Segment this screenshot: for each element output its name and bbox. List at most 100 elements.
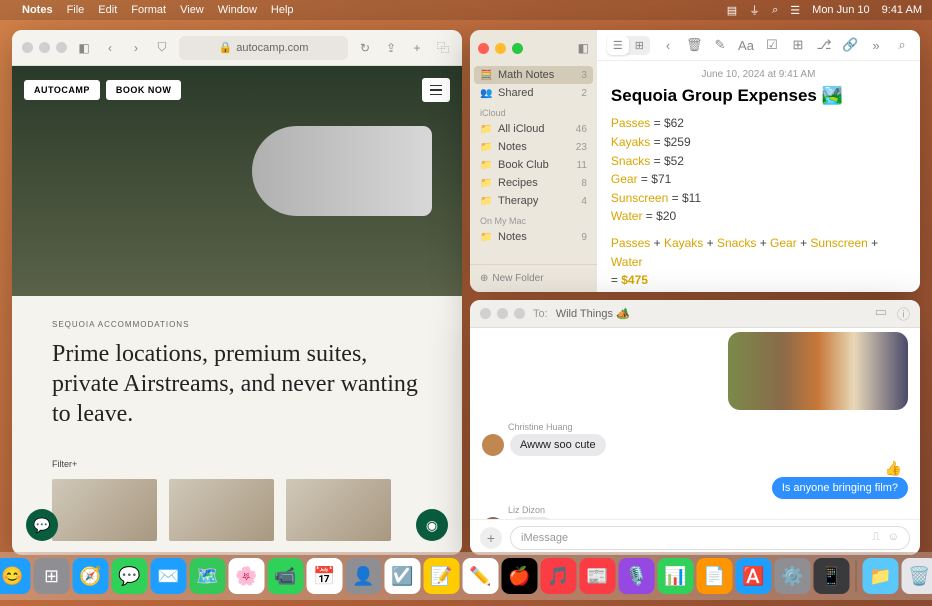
site-menu-button[interactable]	[422, 78, 450, 102]
dock-tv[interactable]: 🍎	[502, 558, 538, 594]
media-icon[interactable]: ⎇	[816, 37, 832, 53]
list-view-icon[interactable]: ☰	[607, 36, 629, 55]
accommodation-thumb[interactable]	[52, 479, 157, 541]
menu-file[interactable]: File	[67, 4, 85, 16]
dock-pages[interactable]: 📄	[697, 558, 733, 594]
apps-button[interactable]: +	[480, 527, 502, 549]
dock-news[interactable]: 📰	[580, 558, 616, 594]
grid-view-icon[interactable]: ⊞	[629, 36, 650, 55]
dock-downloads[interactable]: 📁	[863, 558, 899, 594]
filter-link[interactable]: Filter+	[52, 459, 422, 469]
link-icon[interactable]: 🔗	[842, 37, 858, 53]
accessibility-fab[interactable]: ◉	[416, 509, 448, 541]
back-icon[interactable]: ‹	[660, 38, 676, 53]
control-center-icon[interactable]: ☰	[790, 4, 800, 17]
folder-local-notes[interactable]: 📁Notes9	[470, 228, 597, 246]
new-tab-button[interactable]: +	[408, 39, 426, 57]
dock-calendar[interactable]: 📅	[307, 558, 343, 594]
chat-fab[interactable]: 💬	[26, 509, 58, 541]
folder-count: 2	[581, 88, 587, 99]
site-logo[interactable]: AUTOCAMP	[24, 80, 100, 100]
tabs-button[interactable]: ⿻	[434, 39, 452, 57]
format-icon[interactable]: Aa	[738, 38, 754, 53]
info-icon[interactable]: ⓘ	[897, 304, 910, 323]
spotlight-icon[interactable]: ⌕	[772, 4, 778, 17]
dock-iphone[interactable]: 📱	[814, 558, 850, 594]
folder-shared[interactable]: 👥 Shared 2	[470, 84, 597, 102]
menu-window[interactable]: Window	[218, 4, 257, 16]
folder-recipes[interactable]: 📁Recipes8	[470, 174, 597, 192]
trash-icon[interactable]: 🗑	[686, 37, 702, 53]
url-bar[interactable]: 🔒 autocamp.com	[179, 36, 348, 60]
new-folder-button[interactable]: ⊕New Folder	[470, 264, 597, 292]
sidebar-toggle-icon[interactable]: ◧	[578, 41, 589, 55]
traffic-lights[interactable]	[22, 42, 67, 53]
menubar-time[interactable]: 9:41 AM	[882, 4, 922, 16]
menu-format[interactable]: Format	[131, 4, 166, 16]
folder-book-club[interactable]: 📁Book Club11	[470, 156, 597, 174]
compose-icon[interactable]: ✎	[712, 37, 728, 53]
menu-view[interactable]: View	[180, 4, 204, 16]
search-icon[interactable]: ⌕	[894, 37, 910, 53]
view-toggle[interactable]: ☰⊞	[607, 36, 650, 55]
wifi-icon[interactable]: ⏚	[749, 2, 760, 18]
folder-count: 3	[581, 70, 587, 81]
folder-all-icloud[interactable]: 📁All iCloud46	[470, 120, 597, 138]
forward-button[interactable]: ›	[127, 39, 145, 57]
dock-notes[interactable]: 📝	[424, 558, 460, 594]
reload-button[interactable]: ↻	[356, 39, 374, 57]
traffic-lights[interactable]	[480, 308, 525, 319]
audio-icon[interactable]: ⎍	[872, 531, 880, 544]
note-editor[interactable]: June 10, 2024 at 9:41 AM Sequoia Group E…	[597, 61, 920, 292]
shared-photo[interactable]	[728, 332, 908, 410]
avatar[interactable]	[482, 517, 504, 519]
note-value-line: Gear = $71	[611, 170, 906, 189]
menubar-icon[interactable]: ▤	[727, 4, 737, 17]
more-icon[interactable]: »	[868, 38, 884, 53]
accommodation-thumb[interactable]	[169, 479, 274, 541]
message-input[interactable]: iMessage ⎍☺	[510, 526, 910, 550]
my-message-bubble[interactable]: Is anyone bringing film?	[772, 477, 908, 499]
dock-freeform[interactable]: ✏️	[463, 558, 499, 594]
dock-settings[interactable]: ⚙️	[775, 558, 811, 594]
message-bubble[interactable]: I am!	[510, 517, 554, 519]
dock-launchpad[interactable]: ⊞	[34, 558, 70, 594]
dock-messages[interactable]: 💬	[112, 558, 148, 594]
back-button[interactable]: ‹	[101, 39, 119, 57]
message-bubble[interactable]: Awww soo cute	[510, 434, 606, 456]
menu-help[interactable]: Help	[271, 4, 294, 16]
menubar-date[interactable]: Mon Jun 10	[812, 4, 869, 16]
tapback-thumbs-up[interactable]: 👍	[885, 460, 902, 477]
table-icon[interactable]: ⊞	[790, 37, 806, 53]
folder-therapy[interactable]: 📁Therapy4	[470, 192, 597, 210]
folder-notes[interactable]: 📁Notes23	[470, 138, 597, 156]
dock-safari[interactable]: 🧭	[73, 558, 109, 594]
checklist-icon[interactable]: ☑	[764, 37, 780, 53]
menu-app[interactable]: Notes	[22, 4, 53, 16]
book-now-button[interactable]: BOOK NOW	[106, 80, 182, 100]
dock-photos[interactable]: 🌸	[229, 558, 265, 594]
dock-maps[interactable]: 🗺️	[190, 558, 226, 594]
shield-icon[interactable]: ⛉	[153, 39, 171, 57]
menu-edit[interactable]: Edit	[98, 4, 117, 16]
facetime-video-icon[interactable]: ▭	[875, 304, 887, 323]
dock-finder[interactable]: 😊	[0, 558, 31, 594]
conversation-name[interactable]: Wild Things 🏕️	[556, 307, 630, 320]
dock-music[interactable]: 🎵	[541, 558, 577, 594]
traffic-lights[interactable]	[478, 43, 523, 54]
dock-reminders[interactable]: ☑️	[385, 558, 421, 594]
share-button[interactable]: ⇪	[382, 39, 400, 57]
dock-trash[interactable]: 🗑️	[902, 558, 932, 594]
emoji-icon[interactable]: ☺	[888, 531, 899, 544]
dock-podcasts[interactable]: 🎙️	[619, 558, 655, 594]
dock-facetime[interactable]: 📹	[268, 558, 304, 594]
folder-math-notes[interactable]: 🧮 Math Notes 3	[474, 66, 593, 84]
avatar[interactable]	[482, 434, 504, 456]
accommodation-thumb[interactable]	[286, 479, 391, 541]
dock-contacts[interactable]: 👤	[346, 558, 382, 594]
dock-appstore[interactable]: 🅰️	[736, 558, 772, 594]
sidebar-toggle-icon[interactable]: ◧	[75, 39, 93, 57]
dock-mail[interactable]: ✉️	[151, 558, 187, 594]
folder-icon: 📁	[480, 232, 492, 243]
dock-numbers[interactable]: 📊	[658, 558, 694, 594]
